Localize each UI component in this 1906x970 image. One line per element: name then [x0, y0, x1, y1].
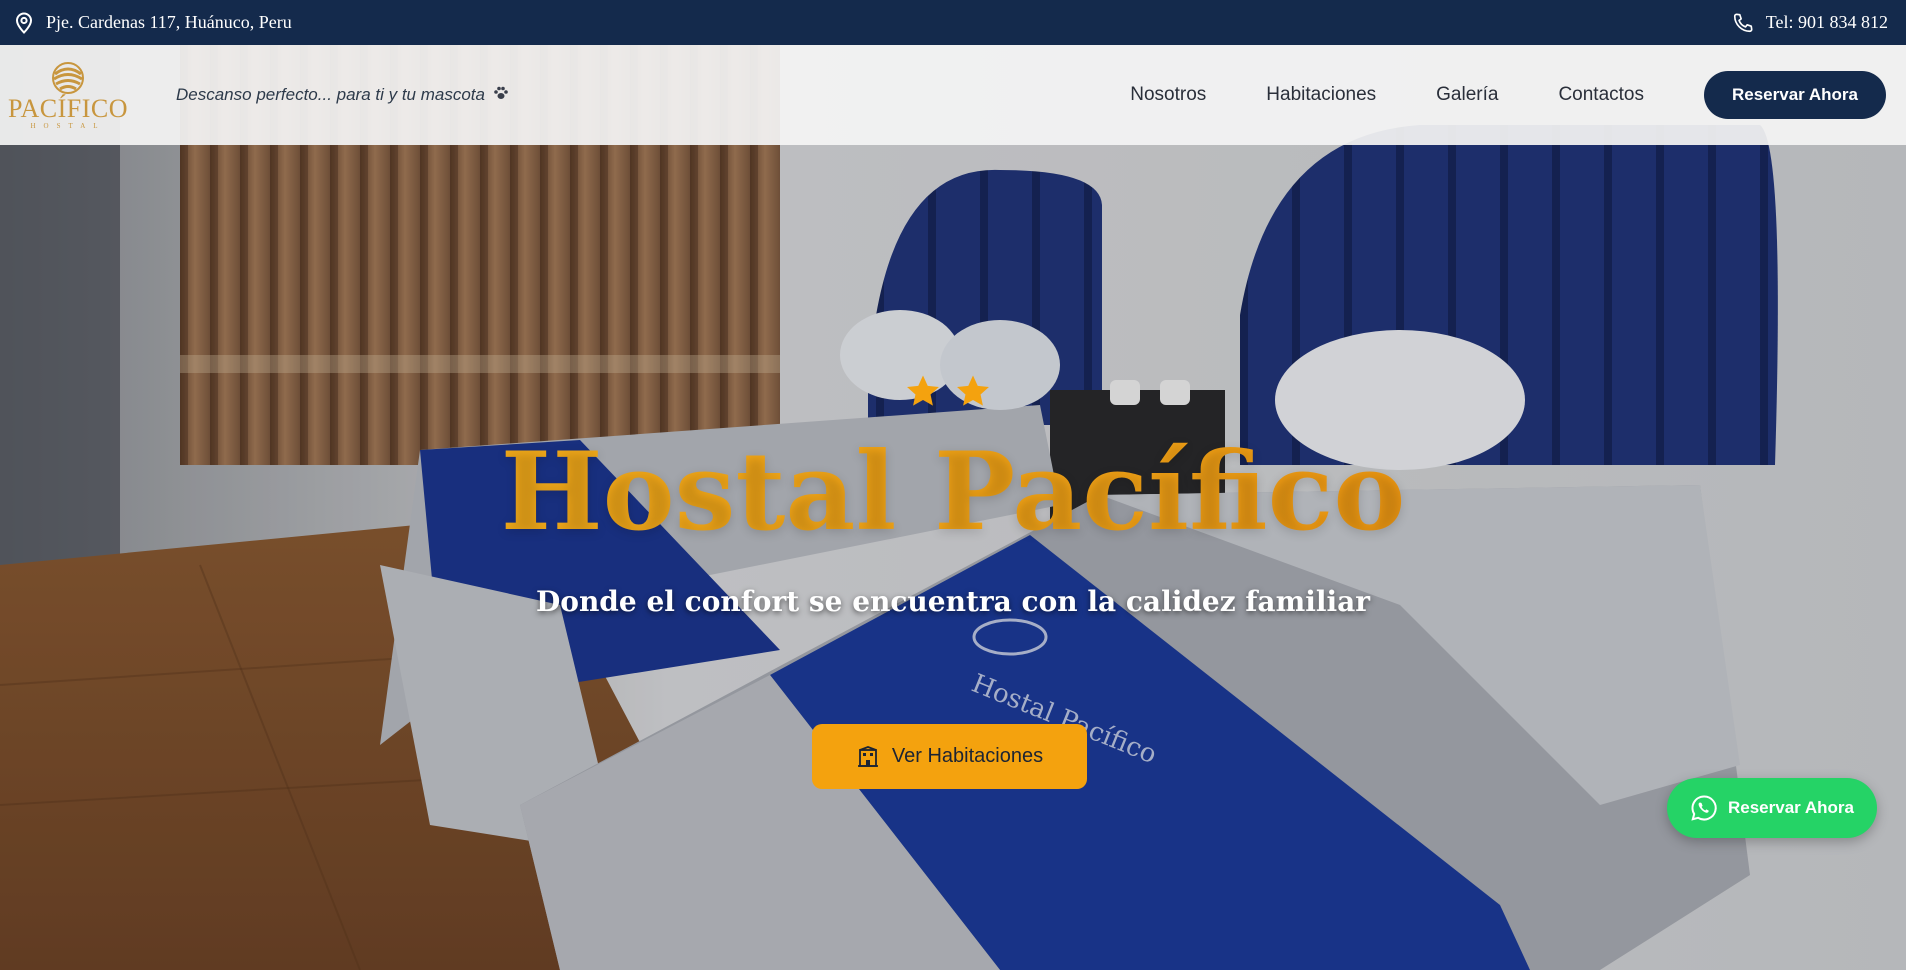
phone-icon: [1732, 12, 1754, 34]
whatsapp-label: Reservar Ahora: [1728, 798, 1854, 817]
view-rooms-label: Ver Habitaciones: [891, 745, 1044, 767]
star-icon: [907, 375, 939, 406]
star-rating: [905, 374, 991, 408]
tagline-text: Descanso perfecto... para ti y tu mascot…: [176, 85, 485, 104]
hero-title: Hostal Pacífico: [0, 432, 1906, 552]
nav-link-contactos[interactable]: Contactos: [1558, 84, 1644, 106]
building-icon: [857, 745, 878, 767]
tagline: Descanso perfecto... para ti y tu mascot…: [176, 85, 509, 105]
whatsapp-icon: [1691, 795, 1717, 821]
whatsapp-reserve-button[interactable]: Reservar Ahora: [1667, 778, 1877, 838]
hero-subtitle: Donde el confort se encuentra con la cal…: [535, 585, 1371, 618]
site-logo[interactable]: PACÍFICO HOSTAL: [7, 56, 129, 134]
address-block: Pje. Cardenas 117, Huánuco, Peru: [14, 11, 292, 34]
address-text: Pje. Cardenas 117, Huánuco, Peru: [46, 12, 292, 32]
paw-icon: [493, 85, 509, 105]
phone-block[interactable]: Tel: 901 834 812: [1732, 12, 1888, 34]
top-info-bar: Pje. Cardenas 117, Huánuco, Peru Tel: 90…: [0, 0, 1906, 45]
sun-wave-logo-icon: [52, 62, 84, 94]
location-pin-icon: [14, 11, 34, 34]
logo-text: PACÍFICO: [7, 94, 129, 123]
reserve-now-button[interactable]: Reservar Ahora: [1704, 71, 1886, 119]
phone-text[interactable]: Tel: 901 834 812: [1766, 12, 1888, 33]
star-icon: [957, 375, 989, 406]
nav-link-nosotros[interactable]: Nosotros: [1130, 84, 1206, 106]
logo-subtext: HOSTAL: [30, 122, 106, 130]
view-rooms-button[interactable]: Ver Habitaciones: [812, 724, 1087, 789]
nav-link-galeria[interactable]: Galería: [1436, 84, 1498, 106]
main-nav: Nosotros Habitaciones Galería Contactos …: [1130, 71, 1886, 119]
main-header: PACÍFICO HOSTAL Descanso perfecto... par…: [0, 45, 1906, 145]
nav-link-habitaciones[interactable]: Habitaciones: [1266, 84, 1376, 106]
